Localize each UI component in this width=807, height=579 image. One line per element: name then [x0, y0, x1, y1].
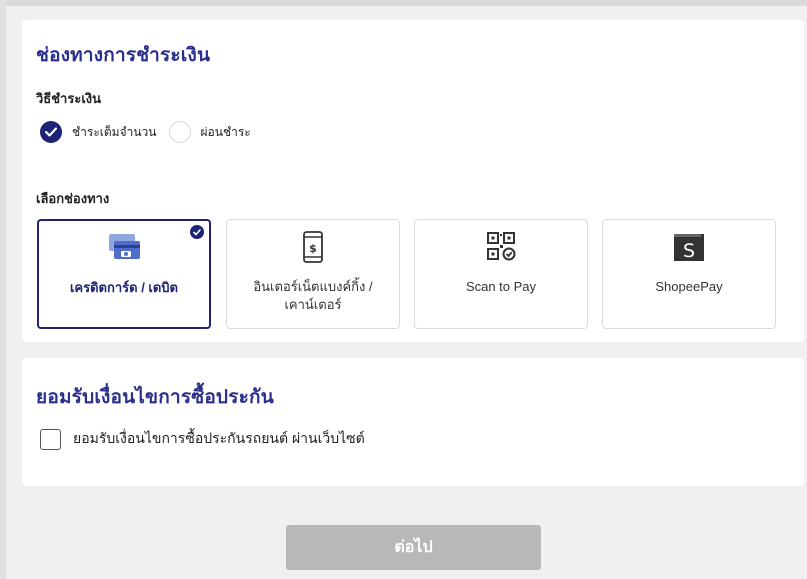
- radio-full-payment[interactable]: [40, 121, 62, 143]
- radio-installment-label[interactable]: ผ่อนชำระ: [201, 123, 251, 142]
- payment-section-title: ช่องทางการชำระเงิน: [36, 45, 211, 66]
- terms-agreement-card: ยอมรับเงื่อนไขการซื้อประกัน ยอมรับเงื่อน…: [22, 358, 804, 486]
- selected-check-badge: [190, 225, 204, 239]
- checkmark-icon: [193, 228, 201, 235]
- channel-option-label: อินเตอร์เน็ตแบงค์กิ้ง / เคาน์เตอร์: [253, 279, 373, 312]
- svg-text:S: S: [683, 240, 695, 262]
- channel-option-label: ShopeePay: [655, 279, 723, 294]
- channel-option-label: เครดิตการ์ด / เดบิต: [69, 280, 179, 295]
- radio-installment[interactable]: [168, 121, 191, 143]
- credit-card-icon: [109, 234, 140, 259]
- qr-code-icon: [487, 232, 516, 261]
- shopeepay-icon: S: [674, 234, 704, 262]
- channel-option-shopeepay[interactable]: S ShopeePay: [602, 219, 776, 329]
- terms-section-title: ยอมรับเงื่อนไขการซื้อประกัน: [36, 387, 274, 408]
- window-frame-left: [0, 0, 6, 579]
- checkmark-icon: [45, 127, 57, 137]
- terms-checkbox-row: ยอมรับเงื่อนไขการซื้อประกันรถยนต์ ผ่านเว…: [40, 428, 365, 450]
- channel-select-label: เลือกช่องทาง: [36, 191, 110, 206]
- payment-channel-card: ช่องทางการชำระเงิน วิธีชำระเงิน ชำระเต็ม…: [22, 20, 804, 342]
- channel-option-credit-card[interactable]: เครดิตการ์ด / เดบิต: [37, 219, 211, 329]
- mobile-banking-icon: $: [303, 231, 323, 263]
- svg-text:$: $: [309, 242, 317, 255]
- payment-method-label: วิธีชำระเงิน: [36, 91, 101, 106]
- radio-full-payment-label[interactable]: ชำระเต็มจำนวน: [72, 123, 157, 142]
- next-button[interactable]: ต่อไป: [286, 525, 541, 570]
- channel-option-scan-to-pay[interactable]: Scan to Pay: [414, 219, 588, 329]
- terms-checkbox-label[interactable]: ยอมรับเงื่อนไขการซื้อประกันรถยนต์ ผ่านเว…: [73, 428, 365, 450]
- payment-method-group: ชำระเต็มจำนวน ผ่อนชำระ: [40, 120, 263, 144]
- channel-option-internet-banking[interactable]: $ อินเตอร์เน็ตแบงค์กิ้ง / เคาน์เตอร์: [226, 219, 400, 329]
- terms-checkbox[interactable]: [40, 428, 61, 450]
- window-frame-top: [0, 0, 807, 6]
- channel-option-label: Scan to Pay: [465, 279, 537, 294]
